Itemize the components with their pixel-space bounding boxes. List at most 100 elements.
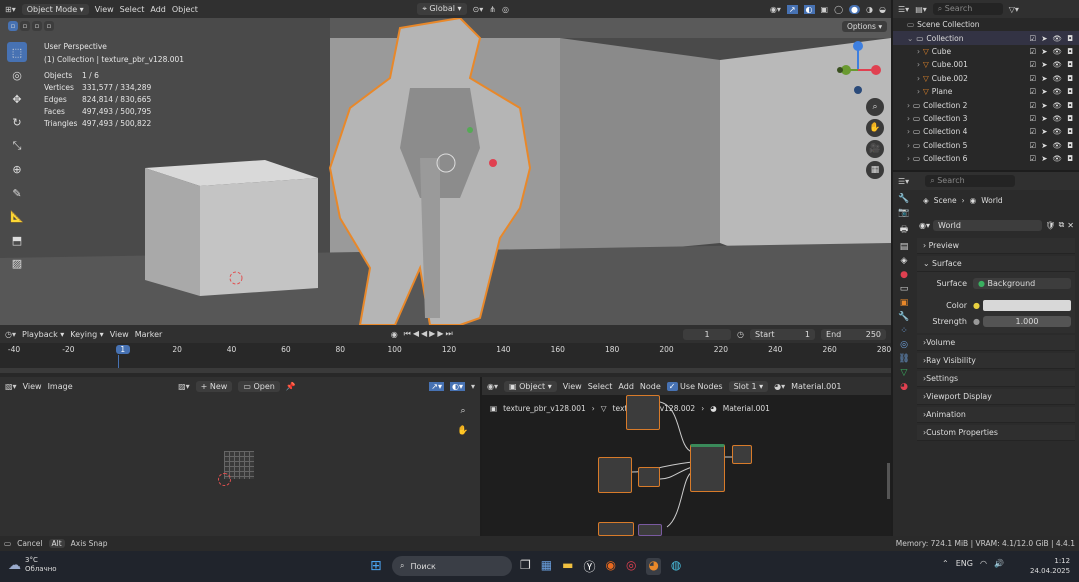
camera-view-icon[interactable]: 🎥 — [866, 140, 884, 158]
proportional-icon[interactable]: ◎ — [502, 5, 509, 14]
wifi-icon[interactable]: ◠ — [980, 559, 987, 568]
camera-render-icon[interactable]: ◘ — [1067, 141, 1073, 150]
start-icon[interactable]: ⊞ — [370, 558, 382, 574]
shading-rendered-icon[interactable]: ◒ — [879, 5, 886, 14]
output-tab-icon[interactable]: 🖶 — [900, 222, 909, 238]
new-image-button[interactable]: + New — [195, 380, 233, 392]
playback-menu[interactable]: Playback ▾ — [22, 330, 64, 339]
scale-tool-icon[interactable]: ⤡ — [7, 136, 27, 156]
exclude-checkbox-icon[interactable]: ☑ — [1030, 87, 1037, 96]
select-cursor-icon[interactable]: ➤ — [1041, 60, 1047, 69]
file-explorer-icon[interactable]: ▬ — [562, 558, 573, 575]
property-panel[interactable]: › Ray Visibility — [917, 353, 1075, 369]
cursor-tool-icon[interactable]: ◎ — [7, 66, 27, 86]
eye-icon[interactable]: 👁 — [1053, 114, 1063, 123]
property-panel[interactable]: › Viewport Display — [917, 389, 1075, 405]
expand-chevron-icon[interactable]: › — [907, 127, 910, 136]
start-frame-field[interactable]: Start 1 — [750, 328, 816, 340]
expand-chevron-icon[interactable]: › — [917, 47, 920, 56]
rotate-tool-icon[interactable]: ↻ — [7, 113, 27, 133]
eye-icon[interactable]: 👁 — [1053, 141, 1063, 150]
eye-icon[interactable]: 👁 — [1053, 101, 1063, 110]
shading-material-icon[interactable]: ◑ — [866, 5, 873, 14]
outliner-row[interactable]: › ▽ Cube.002 ☑ ➤ 👁 ◘ — [893, 72, 1079, 85]
select-cursor-icon[interactable]: ➤ — [1041, 101, 1047, 110]
filter-icon[interactable]: ▽▾ — [1009, 5, 1019, 14]
overlay-toggle-icon[interactable]: ◐ — [803, 4, 815, 14]
exclude-checkbox-icon[interactable]: ☑ — [1030, 114, 1037, 123]
camera-render-icon[interactable]: ◘ — [1067, 101, 1073, 110]
property-panel[interactable]: › Settings — [917, 371, 1075, 387]
outliner-row[interactable]: › ▽ Cube ☑ ➤ 👁 ◘ — [893, 45, 1079, 58]
texture-node[interactable] — [626, 395, 660, 430]
camera-render-icon[interactable]: ◘ — [1067, 47, 1073, 56]
xray-icon[interactable]: ▣ — [821, 5, 829, 14]
exclude-checkbox-icon[interactable]: ☑ — [1030, 60, 1037, 69]
outliner-row[interactable]: › ▭ Collection 4 ☑ ➤ 👁 ◘ — [893, 125, 1079, 138]
surface-shader-dropdown[interactable]: ● Background — [973, 277, 1071, 289]
outliner-row[interactable]: › ▭ Collection 6 ☑ ➤ 👁 ◘ — [893, 152, 1079, 165]
add-cube-tool-icon[interactable]: ⬒ — [7, 230, 27, 250]
chevron-up-icon[interactable]: ⌃ — [942, 559, 949, 568]
image-browse-icon[interactable]: ▨▾ — [178, 382, 190, 391]
app-icon[interactable]: ◍ — [671, 558, 681, 575]
display-mode-icon[interactable]: ▤▾ — [915, 5, 927, 14]
expand-chevron-icon[interactable]: › — [907, 154, 910, 163]
image-display-icon[interactable]: ▾ — [471, 382, 475, 391]
language-indicator[interactable]: ENG — [956, 559, 973, 568]
blender-icon[interactable]: ◕ — [646, 558, 661, 575]
timeline-view-menu[interactable]: View — [110, 330, 129, 339]
eye-icon[interactable]: 👁 — [1053, 47, 1063, 56]
playback-controls-icon[interactable]: ⏮◀◀▶▶⏭ — [404, 329, 455, 339]
widgets-icon[interactable]: ▦ — [541, 558, 552, 575]
visibility-icon[interactable]: ◉▾ — [770, 5, 781, 14]
exclude-checkbox-icon[interactable]: ☑ — [1030, 34, 1037, 43]
current-frame-field[interactable]: 1 — [683, 328, 732, 340]
transform-tool-icon[interactable]: ⊕ — [7, 160, 27, 180]
select-invert-icon[interactable]: ▫ — [44, 21, 54, 31]
shading-solid-icon[interactable]: ● — [849, 4, 861, 14]
exclude-checkbox-icon[interactable]: ☑ — [1030, 47, 1037, 56]
outliner-row[interactable]: ⌄ ▭ Collection ☑ ➤ 👁 ◘ — [893, 31, 1079, 45]
add-object-tool-icon[interactable]: ▨ — [7, 254, 27, 274]
yandex-browser-icon[interactable]: Ⓨ — [583, 558, 595, 575]
outliner-row[interactable]: › ▽ Plane ☑ ➤ 👁 ◘ — [893, 85, 1079, 98]
expand-chevron-icon[interactable]: ⌄ — [907, 34, 913, 43]
camera-render-icon[interactable]: ◘ — [1067, 87, 1073, 96]
exclude-checkbox-icon[interactable]: ☑ — [1030, 141, 1037, 150]
render-tab-icon[interactable]: 📷 — [898, 208, 909, 218]
outliner-row[interactable]: › ▽ Cube.001 ☑ ➤ 👁 ◘ — [893, 58, 1079, 71]
options-button[interactable]: Options ▾ — [842, 21, 888, 32]
eye-icon[interactable]: 👁 — [1053, 74, 1063, 83]
timeline-scrollbar[interactable] — [0, 368, 891, 373]
select-cursor-icon[interactable]: ➤ — [1041, 47, 1047, 56]
task-view-icon[interactable]: ❐ — [520, 558, 531, 575]
image-zoom-icon[interactable]: ⌕ — [454, 402, 472, 420]
record-icon[interactable]: ◉ — [391, 330, 398, 339]
scene-collection-row[interactable]: ▭ Scene Collection — [893, 18, 1079, 31]
expand-chevron-icon[interactable]: › — [907, 101, 910, 110]
zoom-icon[interactable]: ⌕ — [866, 98, 884, 116]
snap-icon[interactable]: ⋔ — [489, 5, 496, 14]
clock[interactable]: 1:12 24.04.2025 — [1030, 556, 1070, 576]
taskbar-search[interactable]: ⌕ Поиск — [392, 556, 512, 576]
timeline-editor-icon[interactable]: ◷▾ — [5, 330, 16, 339]
pan-hand-icon[interactable]: ✋ — [866, 119, 884, 137]
expand-chevron-icon[interactable]: › — [907, 114, 910, 123]
measure-tool-icon[interactable]: 📐 — [7, 207, 27, 227]
select-cursor-icon[interactable]: ➤ — [1041, 114, 1047, 123]
mode-dropdown[interactable]: Object Mode ▾ — [21, 3, 89, 15]
separate-node[interactable] — [638, 524, 662, 536]
move-tool-icon[interactable]: ✥ — [7, 89, 27, 109]
exclude-checkbox-icon[interactable]: ☑ — [1030, 154, 1037, 163]
world-browse-icon[interactable]: ◉▾ — [919, 221, 930, 230]
outliner-row[interactable]: › ▭ Collection 3 ☑ ➤ 👁 ◘ — [893, 112, 1079, 125]
firefox-icon[interactable]: ◉ — [605, 558, 615, 575]
material-output-node[interactable] — [732, 445, 752, 464]
camera-render-icon[interactable]: ◘ — [1067, 154, 1073, 163]
surface-panel[interactable]: ⌄ Surface — [917, 256, 1075, 272]
volume-icon[interactable]: 🔊 — [994, 559, 1004, 568]
property-panel[interactable]: › Volume — [917, 335, 1075, 351]
eye-icon[interactable]: 👁 — [1053, 127, 1063, 136]
marker-menu[interactable]: Marker — [135, 330, 163, 339]
